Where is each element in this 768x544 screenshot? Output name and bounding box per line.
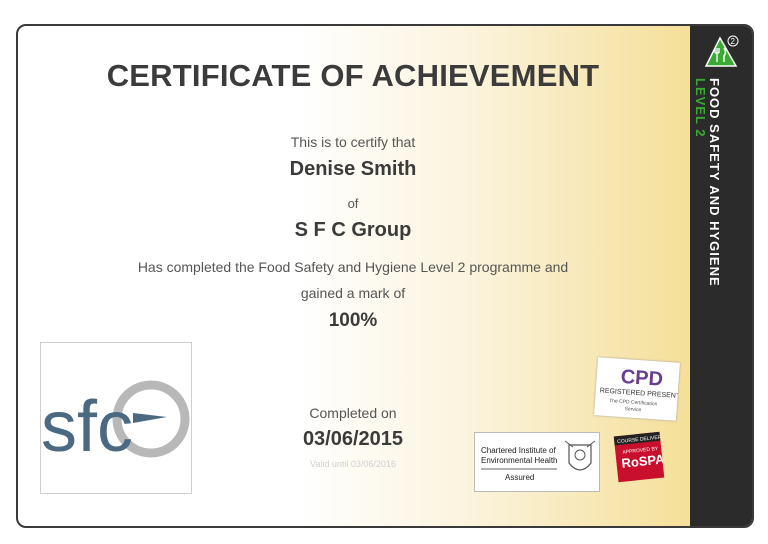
cieh-line-2: Environmental Health <box>481 456 557 465</box>
cieh-assured: Assured <box>505 473 534 482</box>
side-title-main: FOOD SAFETY AND HYGIENE <box>707 78 722 287</box>
recipient-name: Denise Smith <box>289 158 417 180</box>
sfc-logo-icon: sfc <box>41 380 190 467</box>
cieh-line-1: Chartered Institute of <box>481 446 556 455</box>
cpd-line-3: Service <box>624 406 641 413</box>
rospa-badge: COURSE DELIVERY APPROVED BY RoSPA <box>613 431 666 483</box>
sfc-logo: sfc <box>40 342 192 494</box>
rospa-name: RoSPA <box>621 451 664 470</box>
sfc-logo-text: sfc <box>41 387 133 467</box>
organisation-name: S F C Group <box>294 219 412 241</box>
of-text: of <box>347 196 359 211</box>
mark-value: 100% <box>328 310 378 331</box>
side-panel: 2 FOOD SAFETY AND HYGIENE LEVEL 2 <box>690 26 752 526</box>
description-line-2: gained a mark of <box>300 285 406 301</box>
cpd-title: CPD <box>620 366 664 391</box>
cpd-badge: CPD REGISTERED PRESENTER The CPD Certifi… <box>594 357 690 421</box>
fork-knife-triangle-icon: 2 <box>704 35 739 67</box>
description-line-1: Has completed the Food Safety and Hygien… <box>137 259 569 275</box>
certify-text: This is to certify that <box>290 134 416 150</box>
certificate-title: CERTIFICATE OF ACHIEVEMENT <box>106 58 600 93</box>
side-title: FOOD SAFETY AND HYGIENE LEVEL 2 <box>693 78 722 287</box>
cieh-crest-icon <box>564 440 596 471</box>
cieh-badge: Chartered Institute of Environmental Hea… <box>474 432 600 492</box>
certificate: CERTIFICATE OF ACHIEVEMENT This is to ce… <box>16 24 754 528</box>
icon-level-number: 2 <box>731 37 736 46</box>
side-title-level: LEVEL 2 <box>693 78 708 138</box>
